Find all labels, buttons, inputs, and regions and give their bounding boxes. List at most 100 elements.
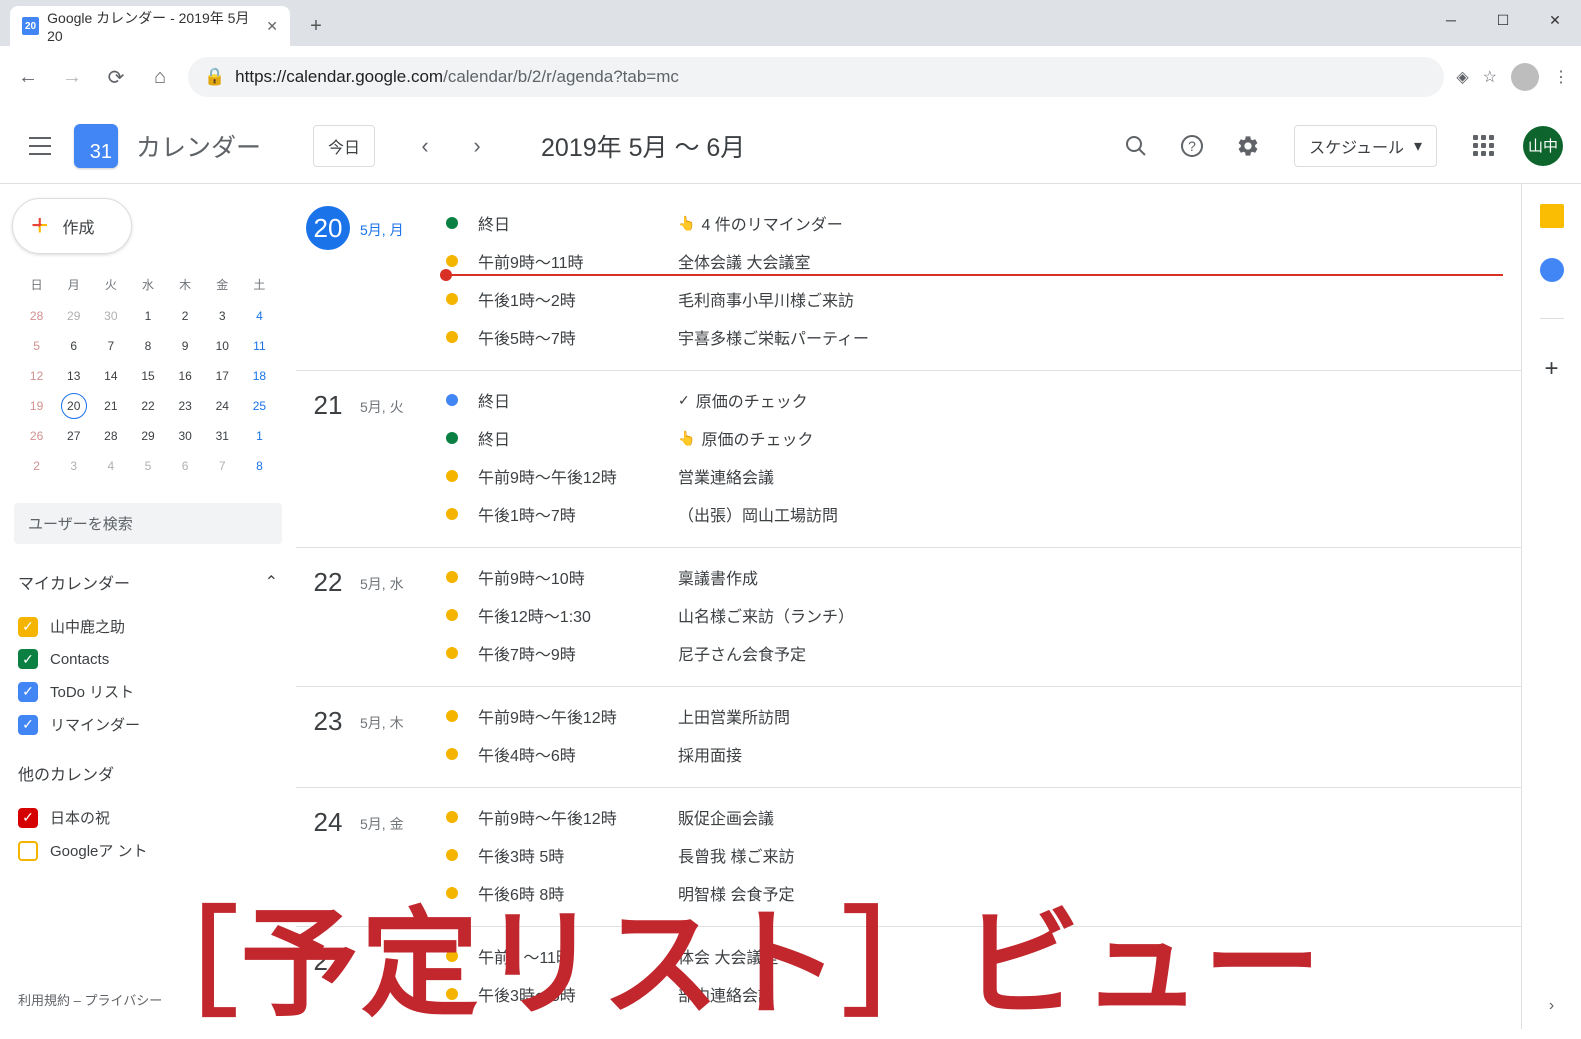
mini-cal-day[interactable]: 7	[92, 331, 129, 361]
calendar-toggle[interactable]: ✓日本の祝	[12, 801, 284, 834]
mini-cal-day[interactable]: 4	[92, 451, 129, 481]
mini-cal-day[interactable]: 3	[204, 301, 241, 331]
bookmark-icon[interactable]: ☆	[1483, 67, 1497, 87]
mini-cal-day[interactable]: 12	[18, 361, 55, 391]
mini-cal-day[interactable]: 28	[18, 301, 55, 331]
calendar-toggle[interactable]: ✓リマインダー	[12, 708, 284, 741]
mini-cal-day[interactable]: 24	[204, 391, 241, 421]
mini-cal-day[interactable]: 6	[55, 331, 92, 361]
mini-cal-day[interactable]: 19	[18, 391, 55, 421]
event-row[interactable]: 午後7時～9時尼子さん会食予定	[446, 634, 1521, 672]
mini-calendar[interactable]: 日月火水木金土 28293012345678910111213141516171…	[18, 276, 278, 481]
mini-cal-day[interactable]: 23	[167, 391, 204, 421]
forward-button[interactable]: →	[56, 61, 88, 93]
profile-avatar[interactable]	[1511, 63, 1539, 91]
event-row[interactable]: 午前9時～午後12時上田営業所訪問	[446, 697, 1521, 735]
home-button[interactable]: ⌂	[144, 61, 176, 93]
day-number[interactable]: 22	[306, 560, 350, 604]
event-row[interactable]: 終日👆4 件のリマインダー	[446, 204, 1521, 242]
close-tab-icon[interactable]: ✕	[266, 18, 278, 35]
day-number[interactable]: 23	[306, 699, 350, 743]
settings-icon[interactable]	[1226, 124, 1270, 168]
event-row[interactable]: 午後4時～6時採用面接	[446, 735, 1521, 773]
browser-menu-icon[interactable]: ⋮	[1553, 67, 1569, 87]
back-button[interactable]: ←	[12, 61, 44, 93]
day-number[interactable]: 21	[306, 383, 350, 427]
day-number[interactable]: 20	[306, 206, 350, 250]
mini-cal-day[interactable]: 2	[167, 301, 204, 331]
event-row[interactable]: 午後12時～1:30山名様ご来訪（ランチ）	[446, 596, 1521, 634]
today-button[interactable]: 今日	[313, 125, 375, 167]
mini-cal-day[interactable]: 25	[241, 391, 278, 421]
mini-cal-day[interactable]: 18	[241, 361, 278, 391]
collapse-rail-icon[interactable]: ›	[1549, 997, 1554, 1015]
hamburger-icon[interactable]	[18, 124, 62, 168]
mini-cal-day[interactable]: 9	[167, 331, 204, 361]
extension-icon[interactable]: ◈	[1456, 67, 1468, 87]
event-row[interactable]: 午前9時～10時稟議書作成	[446, 558, 1521, 596]
day-number[interactable]: 24	[306, 800, 350, 844]
mini-cal-day[interactable]: 1	[129, 301, 166, 331]
calendar-toggle[interactable]: ✓Contacts	[12, 643, 284, 675]
mini-cal-day[interactable]: 5	[18, 331, 55, 361]
next-period-button[interactable]: ›	[455, 124, 499, 168]
mini-cal-day[interactable]: 6	[167, 451, 204, 481]
reload-button[interactable]: ⟳	[100, 61, 132, 93]
mini-cal-day[interactable]: 7	[204, 451, 241, 481]
window-maximize[interactable]: ☐	[1477, 0, 1529, 40]
mini-cal-day[interactable]: 30	[167, 421, 204, 451]
mini-cal-day[interactable]: 8	[241, 451, 278, 481]
mini-cal-day[interactable]: 14	[92, 361, 129, 391]
apps-icon[interactable]	[1461, 124, 1505, 168]
tasks-icon[interactable]	[1540, 258, 1564, 282]
event-row[interactable]: 午前9時～午後12時営業連絡会議	[446, 457, 1521, 495]
mini-cal-day[interactable]: 15	[129, 361, 166, 391]
mini-cal-day[interactable]: 26	[18, 421, 55, 451]
event-row[interactable]: 午前9時～午後12時販促企画会議	[446, 798, 1521, 836]
mini-cal-day[interactable]: 11	[241, 331, 278, 361]
mini-cal-day[interactable]: 27	[55, 421, 92, 451]
account-avatar[interactable]: 山中	[1523, 126, 1563, 166]
mini-cal-day[interactable]: 31	[204, 421, 241, 451]
window-close[interactable]: ✕	[1529, 0, 1581, 40]
event-row[interactable]: 終日👆原価のチェック	[446, 419, 1521, 457]
browser-tab[interactable]: 20 Google カレンダー - 2019年 5月 20 ✕	[10, 6, 290, 46]
other-calendars-header[interactable]: 他のカレンダ	[12, 755, 284, 791]
calendar-toggle[interactable]: ✓ToDo リスト	[12, 675, 284, 708]
event-row[interactable]: 終日✓原価のチェック	[446, 381, 1521, 419]
window-minimize[interactable]: ─	[1425, 0, 1477, 40]
mini-cal-day[interactable]: 21	[92, 391, 129, 421]
address-bar[interactable]: 🔒 https://calendar.google.com/calendar/b…	[188, 57, 1444, 97]
new-tab-button[interactable]: +	[298, 8, 334, 44]
search-users-input[interactable]: ユーザーを検索	[14, 503, 282, 544]
addons-button[interactable]: +	[1544, 355, 1558, 383]
mini-cal-day[interactable]: 16	[167, 361, 204, 391]
mini-cal-day[interactable]: 28	[92, 421, 129, 451]
mini-cal-day[interactable]: 13	[55, 361, 92, 391]
mini-cal-day[interactable]: 4	[241, 301, 278, 331]
mini-cal-day[interactable]: 20	[55, 391, 92, 421]
mini-cal-day[interactable]: 1	[241, 421, 278, 451]
mini-cal-day[interactable]: 8	[129, 331, 166, 361]
create-button[interactable]: + 作成	[12, 198, 132, 254]
mini-cal-day[interactable]: 2	[18, 451, 55, 481]
my-calendars-header[interactable]: マイカレンダー ⌃	[12, 564, 284, 600]
calendar-toggle[interactable]: Googleア ント	[12, 834, 284, 867]
mini-cal-day[interactable]: 17	[204, 361, 241, 391]
mini-cal-day[interactable]: 10	[204, 331, 241, 361]
mini-cal-day[interactable]: 29	[55, 301, 92, 331]
prev-period-button[interactable]: ‹	[403, 124, 447, 168]
search-icon[interactable]	[1114, 124, 1158, 168]
event-row[interactable]: 午後1時～2時毛利商事小早川様ご来訪	[446, 280, 1521, 318]
event-row[interactable]: 午後1時～7時（出張）岡山工場訪問	[446, 495, 1521, 533]
view-selector[interactable]: スケジュール ▾	[1294, 125, 1437, 167]
mini-cal-day[interactable]: 3	[55, 451, 92, 481]
keep-icon[interactable]	[1540, 204, 1564, 228]
mini-cal-day[interactable]: 29	[129, 421, 166, 451]
calendar-toggle[interactable]: ✓山中鹿之助	[12, 610, 284, 643]
mini-cal-day[interactable]: 30	[92, 301, 129, 331]
help-icon[interactable]: ?	[1170, 124, 1214, 168]
mini-cal-day[interactable]: 5	[129, 451, 166, 481]
event-row[interactable]: 午後5時～7時宇喜多様ご栄転パーティー	[446, 318, 1521, 356]
mini-cal-day[interactable]: 22	[129, 391, 166, 421]
